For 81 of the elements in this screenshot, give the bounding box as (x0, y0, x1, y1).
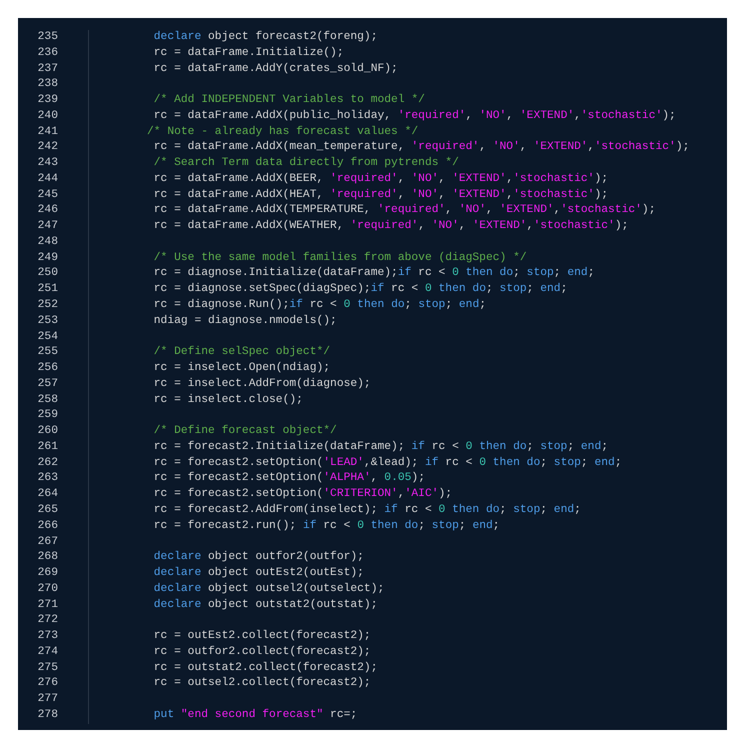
code-line: rc = forecast2.setOption('CRITERION','AIC'); (152, 487, 452, 502)
line-number: 259 (36, 408, 58, 424)
code-line: rc = forecast2.AddFrom(inselect); if rc < 0 then do; stop; end; (152, 502, 581, 518)
line-number: 277 (36, 692, 58, 708)
code-line: rc = dataFrame.AddY(crates_sold_NF); (152, 62, 398, 77)
line-number: 261 (36, 440, 58, 455)
code-line: rc = dataFrame.AddX(TEMPERATURE, 'required', 'NO', 'EXTEND','stochastic'); (152, 203, 656, 218)
line-number: 245 (36, 188, 58, 203)
code-line: ndiag = diagnose.nmodels(); (152, 314, 337, 329)
code-line: rc = forecast2.setOption('ALPHA', 0.05); (152, 471, 425, 486)
code-line: rc = dataFrame.AddX(mean_temperature, 'required', 'NO', 'EXTEND','stochastic'); (152, 140, 690, 156)
code-line: declare object outfor2(outfor); (152, 550, 364, 566)
code-line: rc = forecast2.Initialize(dataFrame); if rc < 0 then do; stop; end; (152, 440, 608, 455)
code-line: rc = outstat2.collect(forecast2); (152, 660, 378, 676)
line-number: 274 (36, 644, 58, 660)
code-line: rc = forecast2.setOption('LEAD',&lead); if rc < 0 then do; stop; end; (152, 456, 622, 471)
code-line: rc = outEst2.collect(forecast2); (152, 629, 371, 644)
line-number: 253 (36, 314, 58, 329)
code-line: rc = diagnose.Initialize(dataFrame);if rc < 0 then do; stop; end; (152, 266, 594, 282)
line-number: 238 (36, 77, 58, 92)
code-line: rc = forecast2.run(); if rc < 0 then do; stop; end; (152, 518, 500, 534)
line-number: 273 (36, 629, 58, 644)
line-number: 248 (36, 234, 58, 250)
line-number: 266 (36, 518, 58, 534)
line-number: 237 (36, 62, 58, 77)
code-line: declare object outEst2(outEst); (152, 566, 364, 582)
code-line: /* Search Term data directly from pytrends */ (152, 156, 459, 172)
line-number: 257 (36, 376, 58, 392)
line-number: 258 (36, 392, 58, 408)
line-number: 243 (36, 156, 58, 172)
line-number: 268 (36, 550, 58, 566)
code-line: declare object forecast2(foreng); (152, 30, 378, 45)
line-number: 272 (36, 613, 58, 628)
line-number: 270 (36, 582, 58, 597)
line-number: 246 (36, 203, 58, 218)
code-line: /* Use the same model families from above (diagSpec) */ (152, 250, 527, 266)
code-line: rc = dataFrame.AddX(HEAT, 'required', 'NO', 'EXTEND','stochastic'); (152, 188, 608, 203)
code-line: /* Note - already has forecast values */ (146, 124, 418, 140)
line-number: 252 (36, 298, 58, 314)
line-number: 250 (36, 266, 58, 282)
code-line: rc = diagnose.setSpec(diagSpec);if rc < 0 then do; stop; end; (152, 282, 568, 298)
line-number: 236 (36, 46, 58, 61)
code-line: /* Add INDEPENDENT Variables to model */ (152, 93, 425, 108)
code-line: rc = outfor2.collect(forecast2); (152, 644, 371, 660)
code-line: rc = inselect.AddFrom(diagnose); (152, 376, 371, 392)
line-number: 256 (36, 361, 58, 376)
line-number: 264 (36, 487, 58, 502)
code-line: declare object outsel2(outselect); (152, 582, 384, 597)
line-number: 265 (36, 502, 58, 518)
code-line: rc = inselect.Open(ndiag); (152, 361, 330, 376)
line-number: 275 (36, 660, 58, 676)
line-number: 278 (36, 708, 58, 723)
line-number: 241 (36, 124, 58, 140)
line-number: 235 (36, 30, 58, 45)
line-number: 254 (36, 330, 58, 345)
line-number: 260 (36, 424, 58, 440)
code-line: rc = dataFrame.Initialize(); (152, 46, 344, 61)
line-number: 262 (36, 456, 58, 471)
line-number: 251 (36, 282, 58, 298)
code-line: rc = dataFrame.AddX(WEATHER, 'required', 'NO', 'EXTEND','stochastic'); (152, 219, 628, 234)
line-number: 242 (36, 140, 58, 156)
code-line: /* Define forecast object*/ (152, 424, 337, 440)
line-number: 249 (36, 250, 58, 266)
line-number: 263 (36, 471, 58, 486)
code-line: rc = dataFrame.AddX(public_holiday, 'required', 'NO', 'EXTEND','stochastic'); (152, 108, 676, 124)
line-number: 255 (36, 345, 58, 360)
line-number: 276 (36, 676, 58, 692)
code-line: rc = inselect.close(); (152, 392, 303, 408)
code-line: rc = diagnose.Run();if rc < 0 then do; stop; end; (152, 298, 486, 314)
line-number: 240 (36, 108, 58, 124)
code-line: put "end second forecast" rc=; (152, 708, 358, 723)
line-number: 244 (36, 172, 58, 187)
line-number: 247 (36, 219, 58, 234)
line-number: 269 (36, 566, 58, 582)
line-number: 267 (36, 534, 58, 550)
code-line: /* Define selSpec object*/ (152, 345, 330, 360)
code-line: rc = dataFrame.AddX(BEER, 'required', 'NO', 'EXTEND','stochastic'); (152, 172, 608, 187)
line-number: 239 (36, 93, 58, 108)
code-line: rc = outsel2.collect(forecast2); (152, 676, 371, 692)
code-line: declare object outstat2(outstat); (152, 598, 378, 613)
line-number: 271 (36, 598, 58, 613)
